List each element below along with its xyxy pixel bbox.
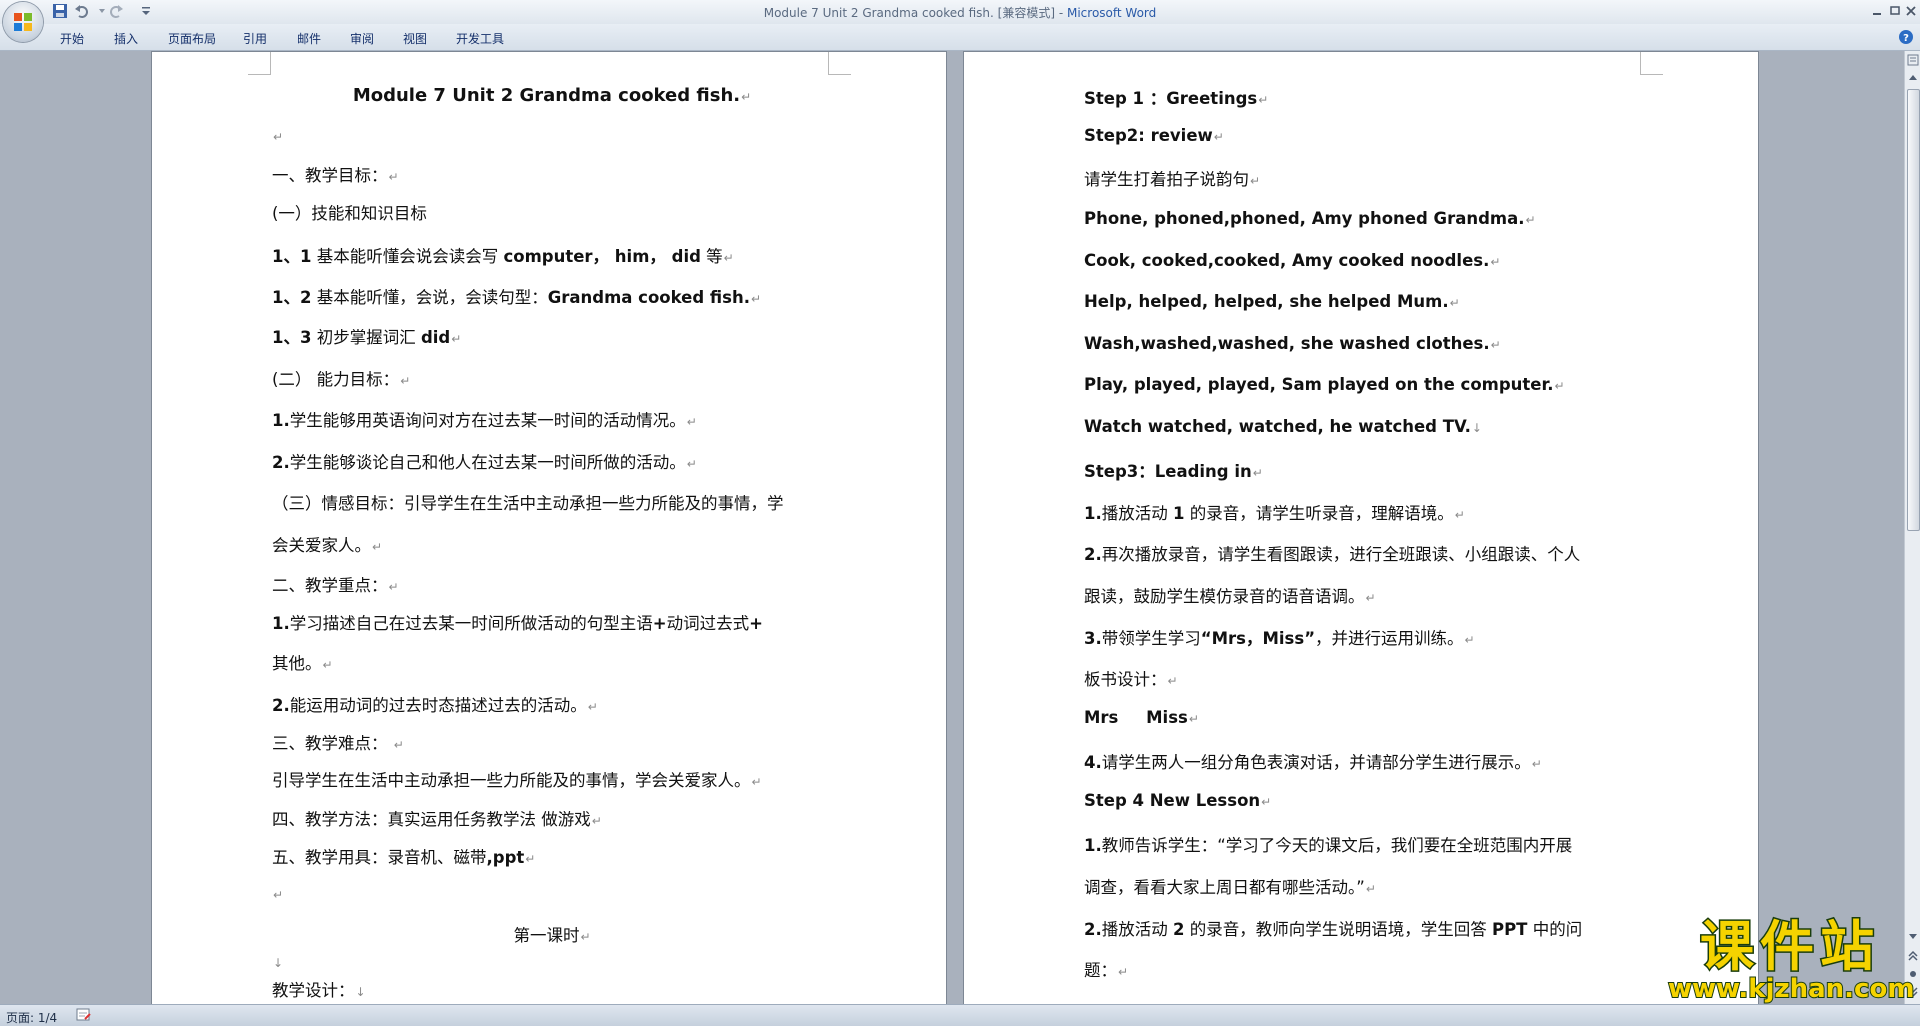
teaching-method: 四、教学方法：真实运用任务教学法 做游戏↵ — [272, 810, 602, 829]
minimize-icon[interactable] — [1868, 3, 1886, 19]
key-point-1-line-1: 1.学习描述自己在过去某一时间所做活动的句型主语+动词过去式+ — [272, 614, 763, 633]
tab-mailings[interactable]: 邮件 — [297, 30, 321, 47]
tab-review[interactable]: 审阅 — [350, 30, 374, 47]
step-4-item-2-line-2: 题：↵ — [1084, 961, 1129, 980]
site-watermark-logo: 课件站 www.kjzhan.com — [1667, 915, 1915, 1005]
close-icon[interactable] — [1902, 3, 1920, 19]
key-points-heading: 二、教学重点：↵ — [272, 576, 399, 595]
teaching-tools: 五、教学用具：录音机、磁带,ppt↵ — [272, 848, 536, 867]
skill-3: 1、3 初步掌握词汇 did↵ — [272, 328, 462, 347]
step-4-heading: Step 4 New Lesson↵ — [1084, 791, 1272, 810]
proofing-status-icon[interactable] — [76, 1008, 92, 1022]
step-2-heading: Step2: review↵ — [1084, 126, 1224, 145]
chant-line-1: Phone, phoned,phoned, Amy phoned Grandma… — [1084, 209, 1536, 228]
step-4-item-2-line-1: 2.播放活动 2 的录音，教师向学生说明语境，学生回答 PPT 中的问 — [1084, 920, 1583, 939]
chant-line-5: Play, played, played, Sam played on the … — [1084, 375, 1565, 394]
chant-line-2: Cook, cooked,cooked, Amy cooked noodles.… — [1084, 251, 1501, 270]
empty-paragraph: ↵ — [273, 130, 284, 144]
skill-2: 1、2 基本能听懂，会说，会读句型：Grandma cooked fish.↵ — [272, 288, 762, 307]
goals-heading: 一、教学目标：↵ — [272, 166, 399, 185]
window-title: Module 7 Unit 2 Grandma cooked fish. [兼容… — [763, 6, 1157, 20]
vertical-scrollbar[interactable] — [1904, 51, 1920, 1004]
page-count-status[interactable]: 页面: 1/4 — [6, 1009, 57, 1026]
step-3-item-3: 3.带领学生学习“Mrs，Miss”，并进行运用训练。↵ — [1084, 629, 1475, 648]
empty-paragraph: ↵ — [273, 888, 284, 902]
tab-page-layout[interactable]: 页面布局 — [168, 30, 216, 47]
document-page-right[interactable]: Step 1 ：Greetings↵ Step2: review↵ 请学生打着拍… — [964, 52, 1758, 1004]
chant-intro: 请学生打着拍子说韵句↵ — [1084, 170, 1261, 189]
scroll-thumb[interactable] — [1907, 89, 1920, 531]
key-point-1-line-2: 其他。↵ — [272, 654, 333, 673]
skill-heading: (一）技能和知识目标 — [272, 204, 427, 223]
tab-home[interactable]: 开始 — [60, 30, 84, 47]
emotion-goal-line-1: （三）情感目标：引导学生在生活中主动承担一些力所能及的事情，学 — [272, 494, 784, 513]
ruler-toggle-icon[interactable] — [1906, 53, 1920, 67]
tab-view[interactable]: 视图 — [403, 30, 427, 47]
document-page-left[interactable]: Module 7 Unit 2 Grandma cooked fish.↵ ↵ … — [152, 52, 946, 1004]
board-words: Mrs Miss↵ — [1084, 708, 1199, 727]
step-3-item-2-line-1: 2.再次播放录音，请学生看图跟读，进行全班跟读、小组跟读、个人 — [1084, 545, 1581, 564]
scroll-up-icon[interactable] — [1906, 71, 1920, 85]
ability-heading: (二） 能力目标：↵ — [272, 370, 411, 389]
status-bar: 页面: 1/4 — [0, 1004, 1920, 1026]
tab-developer[interactable]: 开发工具 — [456, 30, 504, 47]
margin-corner-mark — [248, 52, 271, 75]
chant-line-6: Watch watched, watched, he watched TV.↓ — [1084, 417, 1482, 436]
emotion-goal-line-2: 会关爱家人。↵ — [272, 536, 383, 555]
step-3-item-4: 4.请学生两人一组分角色表演对话，并请部分学生进行展示。↵ — [1084, 753, 1542, 772]
difficult-points-text: 引导学生在生活中主动承担一些力所能及的事情，学会关爱家人。↵ — [272, 771, 762, 790]
step-3-item-1: 1.播放活动 1 的录音，请学生听录音，理解语境。↵ — [1084, 504, 1465, 523]
title-bar: Module 7 Unit 2 Grandma cooked fish. [兼容… — [0, 0, 1920, 42]
step-1-heading: Step 1 ：Greetings↵ — [1084, 89, 1269, 108]
skill-1: 1、1 基本能听懂会说会读会写 computer， him， did 等↵ — [272, 247, 734, 266]
chant-line-4: Wash,washed,washed, she washed clothes.↵ — [1084, 334, 1501, 353]
difficult-points-heading: 三、教学难点： ↵ — [272, 734, 404, 753]
office-logo-icon — [14, 13, 32, 31]
ribbon-tab-bar: 开始 插入 页面布局 引用 邮件 审阅 视图 开发工具 ? — [0, 24, 1920, 51]
line-break-mark: ↓ — [273, 956, 284, 970]
step-3-item-2-line-2: 跟读，鼓励学生模仿录音的语音语调。↵ — [1084, 587, 1376, 606]
margin-corner-mark — [828, 52, 851, 75]
board-design: 板书设计：↵ — [1084, 670, 1178, 689]
tab-insert[interactable]: 插入 — [114, 30, 138, 47]
step-3-heading: Step3：Leading in↵ — [1084, 462, 1263, 481]
office-button[interactable] — [3, 2, 43, 42]
doc-title: Module 7 Unit 2 Grandma cooked fish.↵ — [352, 85, 752, 106]
chant-line-3: Help, helped, helped, she helped Mum.↵ — [1084, 292, 1460, 311]
ability-2: 2.学生能够谈论自己和他人在过去某一时间所做的活动。↵ — [272, 453, 697, 472]
teaching-design: 教学设计：↓ — [272, 981, 366, 1000]
step-4-item-1-line-1: 1.教师告诉学生：“学习了今天的课文后，我们要在全班范围内开展 — [1084, 836, 1573, 855]
margin-corner-mark — [1640, 52, 1663, 75]
tab-references[interactable]: 引用 — [243, 30, 267, 47]
step-4-item-1-line-2: 调查，看看大家上周日都有哪些活动。”↵ — [1084, 878, 1376, 897]
lesson-title: 第一课时↵ — [513, 926, 591, 945]
svg-text:?: ? — [1903, 33, 1909, 44]
help-icon[interactable]: ? — [1898, 29, 1914, 45]
ability-1: 1.学生能够用英语询问对方在过去某一时间的活动情况。↵ — [272, 411, 697, 430]
key-point-2: 2.能运用动词的过去时态描述过去的活动。↵ — [272, 696, 598, 715]
